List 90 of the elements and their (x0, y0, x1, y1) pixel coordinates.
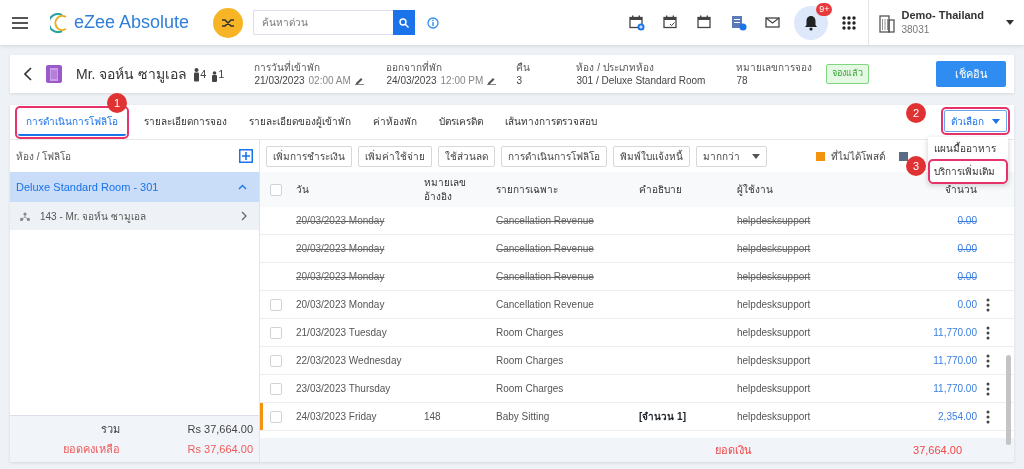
table-cell-text: [จำนวน 1] (639, 410, 687, 424)
amount-cell-text: 11,770.00 (932, 354, 977, 368)
amount-cell-text: 0.00 (956, 242, 977, 256)
field-value: 3 (516, 74, 523, 87)
notification-button[interactable]: 9+ (794, 5, 829, 40)
table-cell-text: helpdesksupport (737, 410, 812, 424)
tab[interactable]: รายละเอียดของผู้เข้าพัก (241, 105, 359, 139)
field-time: 12:00 PM (440, 74, 484, 87)
amount-cell-text: 0.00 (956, 270, 977, 284)
column-header: จำนวน (944, 182, 977, 197)
table-cell-text: Cancellation Revenue (496, 214, 595, 228)
table-cell-text: 148 (424, 410, 442, 424)
child-count: 1 (218, 66, 225, 82)
adult-count: 4 (200, 66, 207, 82)
options-button[interactable]: ตัวเลือก (944, 110, 1007, 132)
table-cell-text: 24/03/2023 Friday (296, 410, 378, 424)
property-code: 38031 (901, 22, 931, 37)
table-cell-text: 20/03/2023 Monday (296, 298, 386, 312)
guest-name: Mr. จอห์น ซามูเอล (76, 64, 188, 85)
table-cell-text: Baby Sitting (496, 410, 551, 424)
table-cell-text: helpdesksupport (737, 326, 812, 340)
field-label: หมายเลขการจอง (736, 61, 814, 74)
field-value: 301 / Deluxe Standard Room (576, 74, 706, 87)
tab[interactable]: เส้นทางการตรวจสอบ (497, 105, 605, 139)
table-cell-text: Room Charges (496, 354, 565, 368)
table-cell-text: helpdesksupport (737, 214, 812, 228)
total-label: ยอดเงิน (715, 442, 753, 458)
more-dropdown[interactable]: มากกว่า (696, 145, 767, 167)
panel-title: ห้อง / โฟลิโอ (16, 149, 72, 164)
table-cell-text: 20/03/2023 Monday (296, 270, 386, 284)
total-value: Rs 37,664.00 (186, 421, 253, 437)
field-value: 21/03/2023 (254, 74, 305, 87)
amount-cell-text: 0.00 (956, 214, 977, 228)
notification-badge: 9+ (816, 2, 833, 16)
total-label: ยอดคงเหลือ (62, 442, 120, 457)
column-header: ผู้ใช้งาน (737, 182, 774, 197)
amount-cell-text: 11,770.00 (932, 382, 977, 396)
table-cell-text: 22/03/2023 Wednesday (296, 354, 403, 368)
toolbar-button[interactable]: การดำเนินการโฟลิโอ (501, 145, 607, 167)
room-label: Deluxe Standard Room - 301 (16, 179, 159, 195)
search-field[interactable]: ค้นหาด่วน (253, 10, 394, 35)
amount-cell-text: 11,770.00 (932, 326, 977, 340)
column-header: รายการเฉพาะ (496, 182, 559, 197)
table-cell-text: helpdesksupport (737, 298, 812, 312)
table-cell-text: helpdesksupport (737, 270, 812, 284)
table-cell-text: Room Charges (496, 382, 565, 396)
total-value: Rs 37,664.00 (186, 442, 253, 457)
logo-text: eZee Absolute (74, 11, 190, 34)
legend-label: ที่ไม่ได้โพสต์ (831, 148, 885, 164)
table-cell-text: 20/03/2023 Monday (296, 242, 386, 256)
field-value: 78 (736, 74, 748, 87)
property-name: Demo- Thailand (901, 8, 984, 22)
field-label: คืน (516, 61, 532, 74)
column-header: คำอธิบาย (639, 182, 683, 197)
table-cell-text: 23/03/2023 Thursday (296, 382, 392, 396)
field-label: ออกจากที่พัก (386, 61, 444, 74)
total-label: รวม (100, 421, 120, 437)
field-label: การวันที่เข้าพัก (254, 61, 322, 74)
table-cell-text: helpdesksupport (737, 382, 812, 396)
table-cell-text: Cancellation Revenue (496, 242, 595, 256)
table-cell-text: helpdesksupport (737, 242, 812, 256)
table-cell-text: 21/03/2023 Tuesday (296, 326, 388, 340)
table-cell-text: Cancellation Revenue (496, 270, 595, 284)
toolbar-button[interactable]: ใช้ส่วนลด (438, 145, 495, 167)
amount-cell-text: 0.00 (956, 298, 977, 312)
tab[interactable]: การดำเนินการโฟลิโอ (18, 109, 126, 136)
amount-cell-text: 2,354.00 (937, 410, 977, 424)
menu-item[interactable]: แผนมื้ออาหาร (931, 139, 1005, 158)
step-marker: 2 (906, 103, 926, 123)
field-time: 02:00 AM (308, 74, 351, 87)
step-marker: 1 (107, 93, 127, 113)
table-cell-text: Room Charges (496, 326, 565, 340)
table-cell-text: helpdesksupport (737, 354, 812, 368)
toolbar-button[interactable]: เพิ่มการชำระเงิน (266, 145, 352, 167)
toolbar-button[interactable]: เพิ่มค่าใช้จ่าย (358, 145, 432, 167)
status-badge: จองแล้ว (826, 64, 870, 84)
column-header: หมายเลข อ้างอิง (424, 175, 464, 204)
total-value: 37,664.00 (913, 442, 962, 458)
tab[interactable]: บัตรเครดิต (431, 105, 491, 139)
menu-item[interactable]: บริการเพิ่มเติม (931, 162, 1005, 181)
table-cell-text: 20/03/2023 Monday (296, 214, 386, 228)
tab[interactable]: ค่าห้องพัก (365, 105, 425, 139)
folio-label: 143 - Mr. จอห์น ซามูเอล (40, 209, 146, 224)
field-value: 24/03/2023 (386, 74, 437, 87)
folio-item[interactable]: 143 - Mr. จอห์น ซามูเอล (10, 202, 259, 230)
column-header: วัน (296, 182, 310, 197)
field-label: ห้อง / ประเภทห้อง (576, 61, 655, 74)
tab[interactable]: รายละเอียดการจอง (136, 105, 235, 139)
table-cell-text: Cancellation Revenue (496, 298, 595, 312)
toolbar-button[interactable]: พิมพ์ใบแจ้งหนี้ (613, 145, 690, 167)
